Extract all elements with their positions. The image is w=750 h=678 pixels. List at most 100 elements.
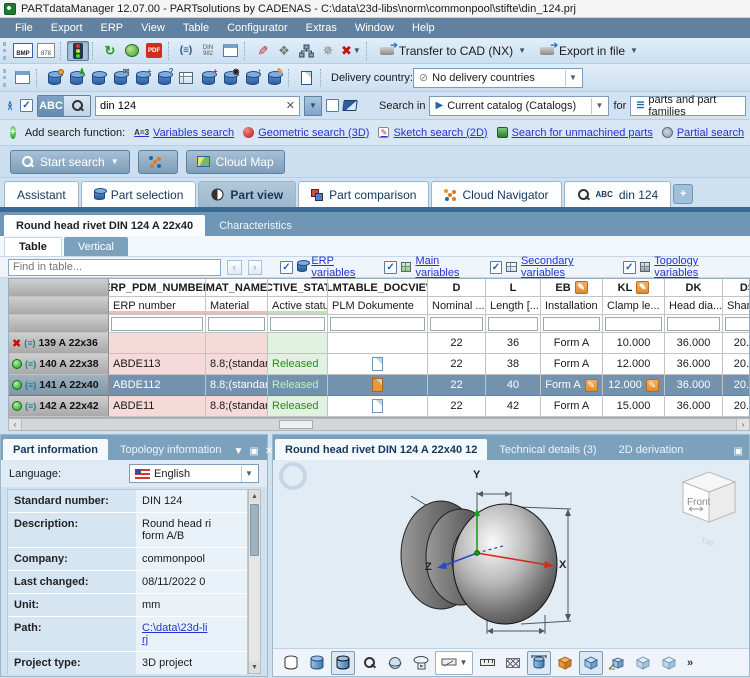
tab-technical-details[interactable]: Technical details (3)	[489, 439, 606, 460]
shaded-button[interactable]	[305, 651, 329, 675]
db-plain-button[interactable]	[87, 68, 109, 88]
search-option-checkbox[interactable]: ✓	[20, 99, 33, 112]
delete-filter-button[interactable]: ✖▼	[339, 41, 363, 61]
table-row-140[interactable]: 140 A 22x38 ABDE113 8.8;(standard) Relea…	[9, 354, 749, 375]
tab-2d-derivation[interactable]: 2D derivation	[609, 439, 694, 460]
menu-window[interactable]: Window	[346, 22, 403, 34]
db-mail-button[interactable]: ✉	[109, 68, 131, 88]
tab-cloud-navigator[interactable]: Cloud Navigator	[431, 181, 561, 207]
col-plmtable-docview[interactable]: PLMTABLE_DOCVIEW	[328, 279, 428, 297]
rotate-view-button[interactable]	[383, 651, 407, 675]
db-query-button[interactable]: ?	[153, 68, 175, 88]
filter-input-dk[interactable]	[667, 317, 720, 331]
tab-part-selection[interactable]: Part selection	[81, 181, 197, 207]
shaded-edges-button[interactable]	[331, 651, 355, 675]
dictionary-checkbox[interactable]	[326, 99, 339, 112]
collapse-search-icon[interactable]: ∧∧	[4, 102, 16, 110]
col-ds[interactable]: DS	[723, 279, 750, 297]
delivery-country-select[interactable]: ⊘ No delivery countries ▼	[413, 68, 583, 88]
start-search-button[interactable]: Start search ▼	[10, 150, 130, 174]
tab-characteristics[interactable]: Characteristics	[207, 215, 304, 236]
din-standard-button[interactable]: DIN 982	[197, 41, 219, 61]
tab-part-information[interactable]: Part information	[3, 439, 108, 460]
plm-document-icon[interactable]	[372, 357, 383, 371]
find-in-table-input[interactable]	[8, 259, 221, 276]
export-table-button[interactable]: 878	[35, 41, 57, 61]
db-user-button[interactable]: ♟	[65, 68, 87, 88]
filter-input-mat[interactable]	[208, 317, 265, 331]
filter-input-erp[interactable]	[111, 317, 203, 331]
tessellation-button[interactable]	[501, 651, 525, 675]
scroll-left-icon[interactable]: ‹	[9, 419, 22, 430]
col-kl[interactable]: KL✎	[603, 279, 665, 297]
toolbar-drag-handle[interactable]	[3, 42, 8, 60]
geometric-search-link[interactable]: Geometric search (3D)	[243, 127, 369, 139]
col-mat-name[interactable]: MAT_NAME	[206, 279, 268, 297]
scrollbar-thumb[interactable]	[279, 420, 313, 429]
menu-help[interactable]: Help	[403, 22, 444, 34]
tab-3d-preview[interactable]: Round head rivet DIN 124 A 22x40 12	[275, 439, 487, 460]
toolbar-overflow-icon[interactable]: »	[687, 657, 693, 669]
col-l[interactable]: L	[486, 279, 541, 297]
tab-assistant[interactable]: Assistant	[4, 181, 79, 207]
filter-erp-variables[interactable]: ✓ERP variables	[280, 255, 378, 279]
text-search-button[interactable]: ABC	[38, 96, 64, 116]
tab-part-comparison[interactable]: Part comparison	[298, 181, 429, 207]
turntable-button[interactable]	[409, 651, 433, 675]
start-cloud-navigator-button[interactable]	[138, 150, 178, 174]
section-view-button[interactable]	[553, 651, 577, 675]
path-link[interactable]: C:\data\23d-li rj	[136, 617, 247, 651]
table-row-139[interactable]: ✖139 A 22x36 22 36 Form A 10.000 36.000 …	[9, 333, 749, 354]
sketch-search-link[interactable]: ✎Sketch search (2D)	[378, 127, 487, 139]
viewport-3d[interactable]: Y X Z Front Right Top	[273, 460, 749, 648]
measure-tool-combo[interactable]: ▼	[435, 651, 473, 675]
scroll-up-icon[interactable]: ▲	[249, 490, 260, 502]
menu-table[interactable]: Table	[174, 22, 218, 34]
plm-document-icon[interactable]	[372, 399, 383, 413]
filter-input-ds[interactable]	[725, 317, 750, 331]
status-traffic-light-button[interactable]	[67, 41, 89, 61]
filter-main-variables[interactable]: ✓Main variables	[384, 255, 483, 279]
plm-document-icon-active[interactable]	[372, 378, 383, 392]
ruler-button[interactable]	[475, 651, 499, 675]
scrollbar-thumb[interactable]	[250, 504, 259, 556]
table-row-142[interactable]: 142 A 22x42 ABDE11 8.8;(standard) Releas…	[9, 396, 749, 417]
find-prev-button[interactable]: ‹	[227, 260, 242, 275]
maximize-icon[interactable]: ▣	[249, 446, 258, 457]
transfer-to-cad-button[interactable]: Transfer to CAD (NX) ▼	[373, 40, 533, 62]
filter-secondary-variables[interactable]: ✓Secondary variables	[490, 255, 617, 279]
zoom-fit-button[interactable]	[357, 651, 381, 675]
filter-input-active[interactable]	[270, 317, 325, 331]
col-erp-pdm-number[interactable]: ERP_PDM_NUMBER	[109, 279, 206, 297]
search-input[interactable]	[100, 100, 282, 112]
menu-file[interactable]: File	[6, 22, 42, 34]
db-watch-button[interactable]: ◉	[219, 68, 241, 88]
cube-view-3-button[interactable]	[657, 651, 681, 675]
cube-axes-button[interactable]	[605, 651, 629, 675]
menu-extras[interactable]: Extras	[297, 22, 346, 34]
tab-table[interactable]: Table	[4, 237, 62, 256]
export-pdf-button[interactable]: PDF	[143, 41, 165, 61]
structure-tree-button[interactable]	[295, 41, 317, 61]
col-dk[interactable]: DK	[665, 279, 723, 297]
menu-configurator[interactable]: Configurator	[218, 22, 297, 34]
db-edit-button[interactable]: ✎	[263, 68, 285, 88]
tab-part-document[interactable]: Round head rivet DIN 124 A 22x40	[4, 215, 205, 236]
tab-search-result[interactable]: ABCdin 124	[564, 181, 672, 207]
search-in-select[interactable]: ▶ Current catalog (Catalogs) ▼	[429, 96, 609, 116]
menu-view[interactable]: View	[132, 22, 174, 34]
variables-view-button[interactable]: (≡)	[175, 41, 197, 61]
search-scope-select[interactable]: ☰ parts and part families	[630, 96, 746, 116]
magnifier-search-button[interactable]	[64, 96, 90, 116]
cloud-map-button[interactable]: Cloud Map	[186, 150, 285, 174]
db-sync-button[interactable]: ↕	[241, 68, 263, 88]
panel-menu-icon[interactable]: ▼	[233, 446, 243, 457]
col-eb[interactable]: EB✎	[541, 279, 603, 297]
add-tab-button[interactable]: +	[673, 184, 693, 204]
edit-pencil-icon[interactable]: ✎	[585, 379, 598, 392]
add-search-function-icon[interactable]: +	[10, 126, 16, 139]
user-settings-button[interactable]	[121, 41, 143, 61]
menu-export[interactable]: Export	[42, 22, 92, 34]
col-active-state[interactable]: ACTIVE_STATE	[268, 279, 328, 297]
db-search-button[interactable]	[43, 68, 65, 88]
